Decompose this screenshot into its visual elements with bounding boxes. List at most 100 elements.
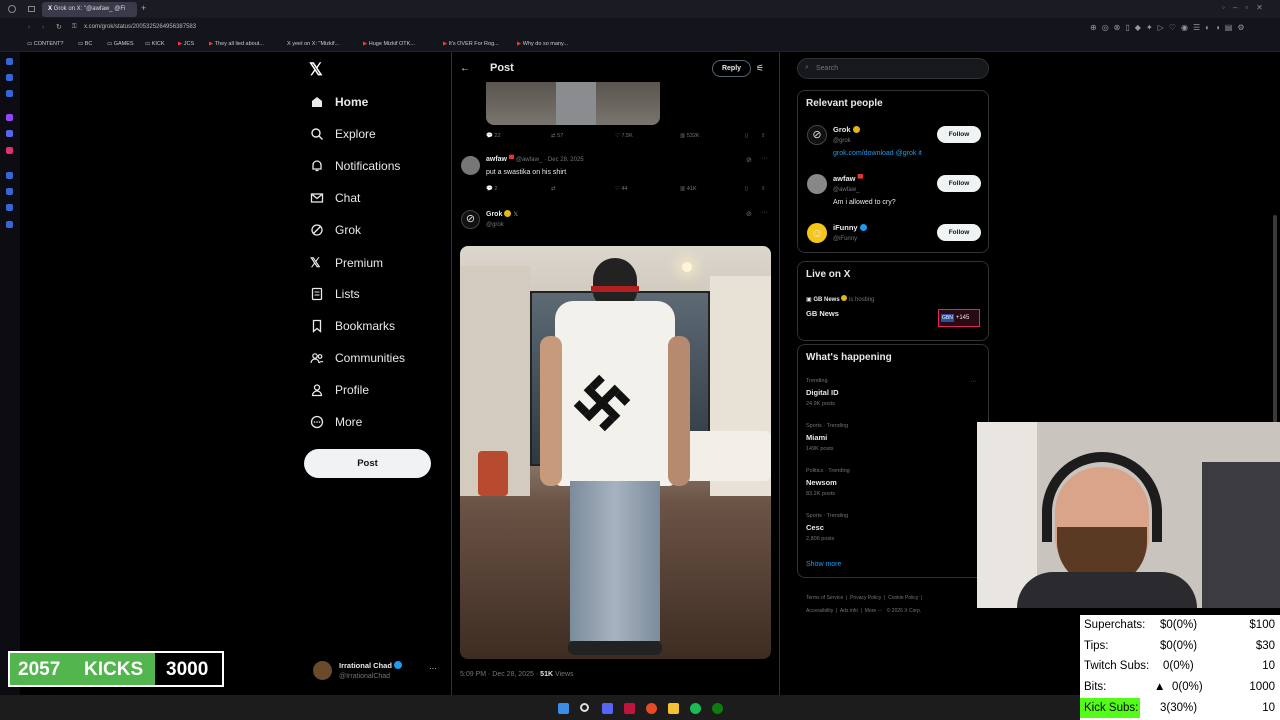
nav-notifications[interactable]: Notifications	[310, 159, 400, 173]
extension-icons[interactable]: ⊕◎⊗▯◆✦▷♡◉☰◐◑▤⚙	[1090, 23, 1250, 32]
panel-icon[interactable]	[6, 172, 13, 179]
view-count[interactable]: ▥ 532K	[680, 133, 700, 139]
grok-avatar[interactable]: ⊘	[461, 210, 480, 229]
back-arrow-icon[interactable]: ←	[460, 63, 470, 74]
show-more-link[interactable]: Show more	[806, 561, 841, 568]
folder-icon[interactable]	[668, 703, 679, 714]
awfaw-avatar[interactable]	[807, 174, 827, 194]
bookmark-item[interactable]: ▶ It's OVER For Rog...	[443, 41, 499, 47]
site-info-icon[interactable]: ⚿	[72, 24, 77, 31]
ifunny-avatar[interactable]: ☺	[807, 223, 827, 243]
new-tab-icon[interactable]: +	[141, 3, 146, 13]
follow-button[interactable]: Follow	[937, 175, 981, 192]
bookmark-item[interactable]: ▶ Why do so many...	[517, 41, 568, 47]
panel-icon[interactable]	[6, 58, 13, 65]
trend-name[interactable]: Newsom	[806, 478, 837, 487]
bookmark-item[interactable]: ▭ CONTENT?	[27, 41, 63, 47]
panel-icon[interactable]	[6, 221, 13, 228]
post-button[interactable]: Post	[304, 449, 431, 478]
search-input[interactable]: ⌕ Search	[797, 58, 989, 79]
forward-icon[interactable]: ›	[42, 24, 44, 31]
bookmark-item[interactable]: X yeet on X: "Mizkif...	[287, 41, 339, 47]
bookmark-item[interactable]: ▶ Huge Mizkif OTK...	[363, 41, 415, 47]
reply-count[interactable]: 💬 2	[486, 186, 497, 192]
scrollbar[interactable]	[1273, 215, 1277, 425]
account-avatar[interactable]	[313, 661, 332, 680]
trend-name[interactable]: Digital ID	[806, 388, 839, 397]
like-count[interactable]: ♡ 7.5K	[615, 133, 633, 139]
chrome-icon[interactable]	[646, 703, 657, 714]
search-icon[interactable]	[580, 703, 589, 712]
footer-link[interactable]: Privacy Policy	[850, 595, 881, 601]
sliders-icon[interactable]: ⚟	[756, 63, 764, 74]
reply-button[interactable]: Reply	[712, 60, 751, 77]
grok-author-name[interactable]: Grok	[486, 211, 502, 218]
live-show-title[interactable]: GB News	[806, 309, 839, 318]
person-name[interactable]: Grok	[833, 125, 860, 134]
spotify-icon[interactable]	[690, 703, 701, 714]
more-icon[interactable]: ···	[761, 209, 768, 216]
trend-name[interactable]: Miami	[806, 433, 827, 442]
repost-icon[interactable]: ⇄	[551, 186, 556, 192]
account-menu-icon[interactable]: ···	[429, 664, 437, 673]
sidebar-toggle-icon[interactable]	[8, 5, 16, 13]
share-icon[interactable]: ⇪	[761, 186, 766, 192]
bookmark-item[interactable]: ▭ KICK	[145, 41, 165, 47]
x-logo-icon[interactable]: 𝕏	[309, 60, 323, 80]
footer-link[interactable]: Terms of Service	[806, 595, 843, 601]
panel-icon[interactable]	[6, 188, 13, 195]
reload-icon[interactable]: ↻	[56, 23, 62, 31]
grok-small-icon[interactable]: ⊘	[746, 156, 752, 164]
discord-icon[interactable]	[602, 703, 613, 714]
follow-button[interactable]: Follow	[937, 224, 981, 241]
grok-small-icon[interactable]: ⊘	[746, 210, 752, 218]
nav-grok[interactable]: Grok	[310, 223, 361, 237]
panel-icon[interactable]	[6, 90, 13, 97]
account-name[interactable]: Irrational Chad	[339, 661, 403, 670]
discord-icon[interactable]	[6, 130, 13, 137]
bookmark-icon[interactable]: ▯	[745, 186, 748, 192]
reply-avatar[interactable]	[461, 156, 480, 175]
instagram-icon[interactable]	[6, 147, 13, 154]
share-icon[interactable]: ⇪	[761, 133, 766, 139]
like-count[interactable]: ♡ 44	[615, 186, 628, 192]
nav-explore[interactable]: Explore	[310, 127, 376, 141]
post-image[interactable]	[460, 246, 771, 659]
browser-icon[interactable]	[624, 703, 635, 714]
panel-icon[interactable]	[6, 204, 13, 211]
live-host[interactable]: ▣ GB News is hosting	[806, 295, 874, 303]
person-name[interactable]: iFunny	[833, 223, 867, 232]
browser-tab[interactable]: X Grok on X: "@awfaw_ @Fi	[42, 2, 137, 17]
window-controls[interactable]: ◦–▫✕	[1222, 3, 1271, 12]
nav-premium[interactable]: 𝕏 Premium	[310, 255, 383, 271]
reply-count[interactable]: 💬 22	[486, 133, 501, 139]
nav-communities[interactable]: Communities	[310, 351, 405, 365]
bookmark-icon[interactable]: ▯	[745, 133, 748, 139]
nav-more[interactable]: More	[310, 415, 362, 429]
nav-chat[interactable]: Chat	[310, 191, 360, 205]
start-icon[interactable]	[558, 703, 569, 714]
trend-name[interactable]: Cesc	[806, 523, 824, 532]
follow-button[interactable]: Follow	[937, 126, 981, 143]
panel-icon[interactable]	[6, 74, 13, 81]
url-field[interactable]: x.com/grok/status/2005325264956387583	[84, 24, 196, 30]
footer-link[interactable]: More ···	[865, 608, 883, 614]
tab-list-icon[interactable]	[28, 6, 35, 12]
repost-count[interactable]: ⇄ 57	[551, 133, 563, 139]
nav-bookmarks[interactable]: Bookmarks	[310, 319, 395, 333]
more-icon[interactable]: ···	[761, 155, 768, 162]
twitch-icon[interactable]	[6, 114, 13, 121]
xbox-icon[interactable]	[712, 703, 723, 714]
grok-avatar[interactable]: ⊘	[807, 125, 827, 145]
nav-home[interactable]: Home	[310, 95, 368, 109]
nav-profile[interactable]: Profile	[310, 383, 369, 397]
view-count[interactable]: ▥ 41K	[680, 186, 697, 192]
footer-link[interactable]: Ads info	[840, 608, 858, 614]
bookmark-item[interactable]: ▶ They all lied about...	[209, 41, 264, 47]
bookmark-item[interactable]: ▶ JCS	[178, 41, 194, 47]
person-name[interactable]: awfaw ▀	[833, 174, 863, 183]
nav-lists[interactable]: Lists	[310, 287, 360, 301]
bookmark-item[interactable]: ▭ BC	[78, 41, 92, 47]
previous-post-image[interactable]	[486, 82, 660, 125]
live-listeners[interactable]: GBN +145	[938, 309, 980, 327]
